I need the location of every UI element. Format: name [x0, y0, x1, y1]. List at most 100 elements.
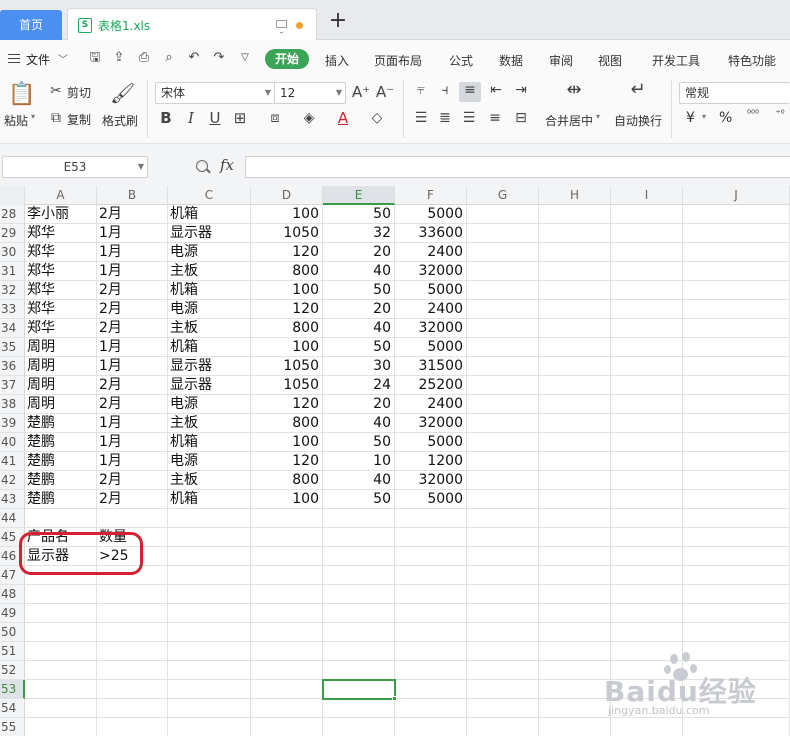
export-icon[interactable]: ⇪	[112, 51, 126, 65]
cell-f28[interactable]: 5000	[395, 205, 463, 224]
font-color-icon[interactable]: A	[334, 110, 352, 126]
cell-c40[interactable]: 机箱	[170, 433, 198, 452]
cell-f36[interactable]: 31500	[395, 357, 463, 376]
paste-icon[interactable]: 📋	[8, 82, 35, 108]
row-header[interactable]: 51	[0, 642, 25, 661]
font-size-select[interactable]: 12 ▼	[274, 82, 346, 104]
cell-c37[interactable]: 显示器	[170, 376, 212, 395]
row-header[interactable]: 32	[0, 281, 25, 300]
cell-f41[interactable]: 1200	[395, 452, 463, 471]
menu-tab-developer[interactable]: 开发工具	[652, 52, 700, 69]
row-header[interactable]: 54	[0, 699, 25, 718]
cell-a30[interactable]: 郑华	[27, 243, 55, 262]
borders-icon[interactable]: ⊞	[231, 110, 249, 126]
cell-d42[interactable]: 800	[251, 471, 319, 490]
redo-icon[interactable]: ↷	[212, 51, 226, 65]
cell-e38[interactable]: 20	[323, 395, 391, 414]
new-tab-button[interactable]: +	[328, 10, 348, 32]
column-header-i[interactable]: I	[611, 186, 683, 205]
cell-f38[interactable]: 2400	[395, 395, 463, 414]
decrease-font-icon[interactable]: A⁻	[376, 84, 394, 100]
row-header[interactable]: 33	[0, 300, 25, 319]
column-header-f[interactable]: F	[395, 186, 467, 205]
cell-b41[interactable]: 1月	[99, 452, 122, 471]
cell-d36[interactable]: 1050	[251, 357, 319, 376]
cell-c30[interactable]: 电源	[170, 243, 198, 262]
cell-c29[interactable]: 显示器	[170, 224, 212, 243]
cell-c42[interactable]: 主板	[170, 471, 198, 490]
cell-d40[interactable]: 100	[251, 433, 319, 452]
cell-b34[interactable]: 2月	[99, 319, 122, 338]
cell-f37[interactable]: 25200	[395, 376, 463, 395]
file-menu[interactable]: 文件	[26, 51, 50, 68]
cell-b36[interactable]: 1月	[99, 357, 122, 376]
cell-a42[interactable]: 楚鹏	[27, 471, 55, 490]
cell-c32[interactable]: 机箱	[170, 281, 198, 300]
row-header[interactable]: 50	[0, 623, 25, 642]
cell-e30[interactable]: 20	[323, 243, 391, 262]
cell-f39[interactable]: 32000	[395, 414, 463, 433]
active-cell-outline[interactable]	[322, 679, 396, 700]
cell-style-icon[interactable]: ⧈	[266, 110, 284, 126]
cell-b29[interactable]: 1月	[99, 224, 122, 243]
cell-a35[interactable]: 周明	[27, 338, 55, 357]
align-left-icon[interactable]: ☰	[412, 110, 430, 126]
cut-icon[interactable]: ✂	[48, 83, 64, 99]
cell-c36[interactable]: 显示器	[170, 357, 212, 376]
cell-f42[interactable]: 32000	[395, 471, 463, 490]
row-header[interactable]: 37	[0, 376, 25, 395]
row-header[interactable]: 55	[0, 718, 25, 736]
row-header[interactable]: 40	[0, 433, 25, 452]
cell-a36[interactable]: 周明	[27, 357, 55, 376]
fill-handle[interactable]	[392, 696, 397, 701]
cell-b28[interactable]: 2月	[99, 205, 122, 224]
row-header[interactable]: 52	[0, 661, 25, 680]
align-bottom-icon[interactable]: ≡	[459, 82, 481, 102]
cell-c33[interactable]: 电源	[170, 300, 198, 319]
cell-e35[interactable]: 50	[323, 338, 391, 357]
row-header[interactable]: 35	[0, 338, 25, 357]
cell-f31[interactable]: 32000	[395, 262, 463, 281]
column-header-b[interactable]: B	[97, 186, 168, 205]
row-header[interactable]: 29	[0, 224, 25, 243]
justify-icon[interactable]: ≡	[486, 110, 504, 126]
cell-e43[interactable]: 50	[323, 490, 391, 509]
cell-e32[interactable]: 50	[323, 281, 391, 300]
cell-f34[interactable]: 32000	[395, 319, 463, 338]
cell-d30[interactable]: 120	[251, 243, 319, 262]
row-header[interactable]: 44	[0, 509, 25, 528]
cell-d35[interactable]: 100	[251, 338, 319, 357]
column-header-e[interactable]: E	[323, 186, 395, 205]
insert-function-icon[interactable]: fx	[220, 156, 234, 174]
cell-c28[interactable]: 机箱	[170, 205, 198, 224]
cell-a29[interactable]: 郑华	[27, 224, 55, 243]
column-header-d[interactable]: D	[251, 186, 323, 205]
cell-a39[interactable]: 楚鹏	[27, 414, 55, 433]
cell-c39[interactable]: 主板	[170, 414, 198, 433]
cell-a28[interactable]: 李小丽	[27, 205, 69, 224]
menu-tab-special[interactable]: 特色功能	[728, 52, 776, 69]
hamburger-menu-icon[interactable]	[8, 54, 20, 63]
format-painter-icon[interactable]: 🖌	[110, 80, 135, 108]
cell-a43[interactable]: 楚鹏	[27, 490, 55, 509]
cell-d38[interactable]: 120	[251, 395, 319, 414]
cell-b42[interactable]: 2月	[99, 471, 122, 490]
cell-d43[interactable]: 100	[251, 490, 319, 509]
cell-a32[interactable]: 郑华	[27, 281, 55, 300]
number-format-select[interactable]: 常规	[679, 82, 790, 104]
cell-f33[interactable]: 2400	[395, 300, 463, 319]
clear-format-icon[interactable]: ◇	[368, 110, 386, 126]
undo-icon[interactable]: ↶	[187, 51, 201, 65]
column-header-g[interactable]: G	[467, 186, 539, 205]
cell-b33[interactable]: 2月	[99, 300, 122, 319]
cell-a41[interactable]: 楚鹏	[27, 452, 55, 471]
align-right-icon[interactable]: ☰	[460, 110, 478, 126]
cell-e28[interactable]: 50	[323, 205, 391, 224]
cell-a31[interactable]: 郑华	[27, 262, 55, 281]
menu-tab-formulas[interactable]: 公式	[449, 52, 473, 69]
cell-b40[interactable]: 1月	[99, 433, 122, 452]
zoom-icon[interactable]	[196, 160, 208, 172]
align-middle-icon[interactable]: ⫞	[436, 82, 454, 98]
cell-c43[interactable]: 机箱	[170, 490, 198, 509]
cell-f29[interactable]: 33600	[395, 224, 463, 243]
